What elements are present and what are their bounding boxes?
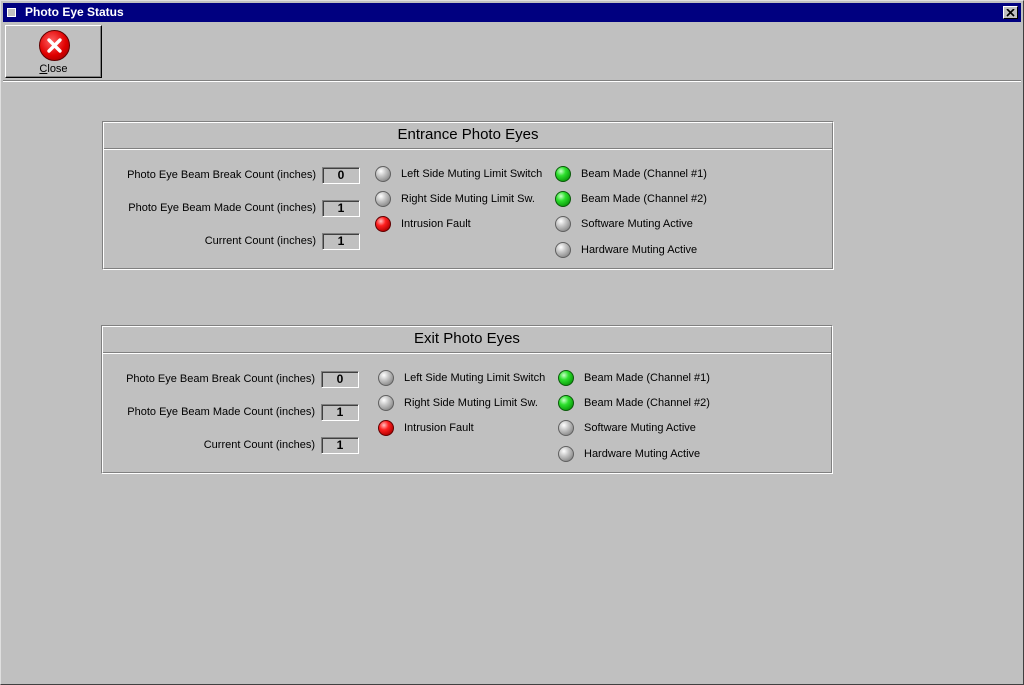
red-circle-x-icon [39,30,70,61]
status-led-icon [555,166,571,182]
current-count-value: 1 [321,437,359,454]
count-label: Current Count (inches) [203,439,315,451]
status-led-icon [558,370,574,386]
beam-break-count-value: 0 [321,371,359,388]
current-count-row: Current Count (inches) 1 [104,233,360,250]
beam-made-count-value: 1 [321,404,359,421]
title-bar[interactable]: Photo Eye Status [3,3,1021,22]
count-label: Current Count (inches) [204,235,316,247]
window-icon [7,8,16,17]
beam-made-count-row: Photo Eye Beam Made Count (inches) 1 [104,200,360,217]
status-led-icon [558,446,574,462]
status-led-icon [375,191,391,207]
window-close-button[interactable] [1003,6,1018,19]
entrance-photo-eyes-panel: Entrance Photo Eyes Photo Eye Beam Break… [102,121,834,270]
photo-eye-status-window: Photo Eye Status Close Entrance Photo Ey… [0,0,1024,685]
status-led-icon [555,191,571,207]
status-led-icon [375,216,391,232]
count-label: Photo Eye Beam Made Count (inches) [127,406,315,418]
close-button[interactable]: Close [5,25,102,78]
panel-title: Exit Photo Eyes [103,327,831,353]
status-led-icon [558,395,574,411]
beam-break-count-row: Photo Eye Beam Break Count (inches) 0 [103,371,359,388]
close-button-label: Close [39,63,68,75]
panel-title: Entrance Photo Eyes [104,123,832,149]
count-label: Photo Eye Beam Break Count (inches) [126,373,315,385]
current-count-row: Current Count (inches) 1 [103,437,359,454]
beam-made-count-value: 1 [322,200,360,217]
close-x-icon [1006,8,1015,17]
count-label: Photo Eye Beam Break Count (inches) [127,169,316,181]
status-led-icon [378,395,394,411]
status-led-icon [378,420,394,436]
status-led-icon [378,370,394,386]
toolbar: Close [3,23,1021,81]
current-count-value: 1 [322,233,360,250]
status-led-icon [375,166,391,182]
status-led-icon [555,242,571,258]
status-led-icon [558,420,574,436]
count-label: Photo Eye Beam Made Count (inches) [128,202,316,214]
status-led-icon [555,216,571,232]
beam-made-count-row: Photo Eye Beam Made Count (inches) 1 [103,404,359,421]
beam-break-count-row: Photo Eye Beam Break Count (inches) 0 [104,167,360,184]
window-title: Photo Eye Status [25,5,124,19]
exit-photo-eyes-panel: Exit Photo Eyes Photo Eye Beam Break Cou… [101,325,833,474]
beam-break-count-value: 0 [322,167,360,184]
